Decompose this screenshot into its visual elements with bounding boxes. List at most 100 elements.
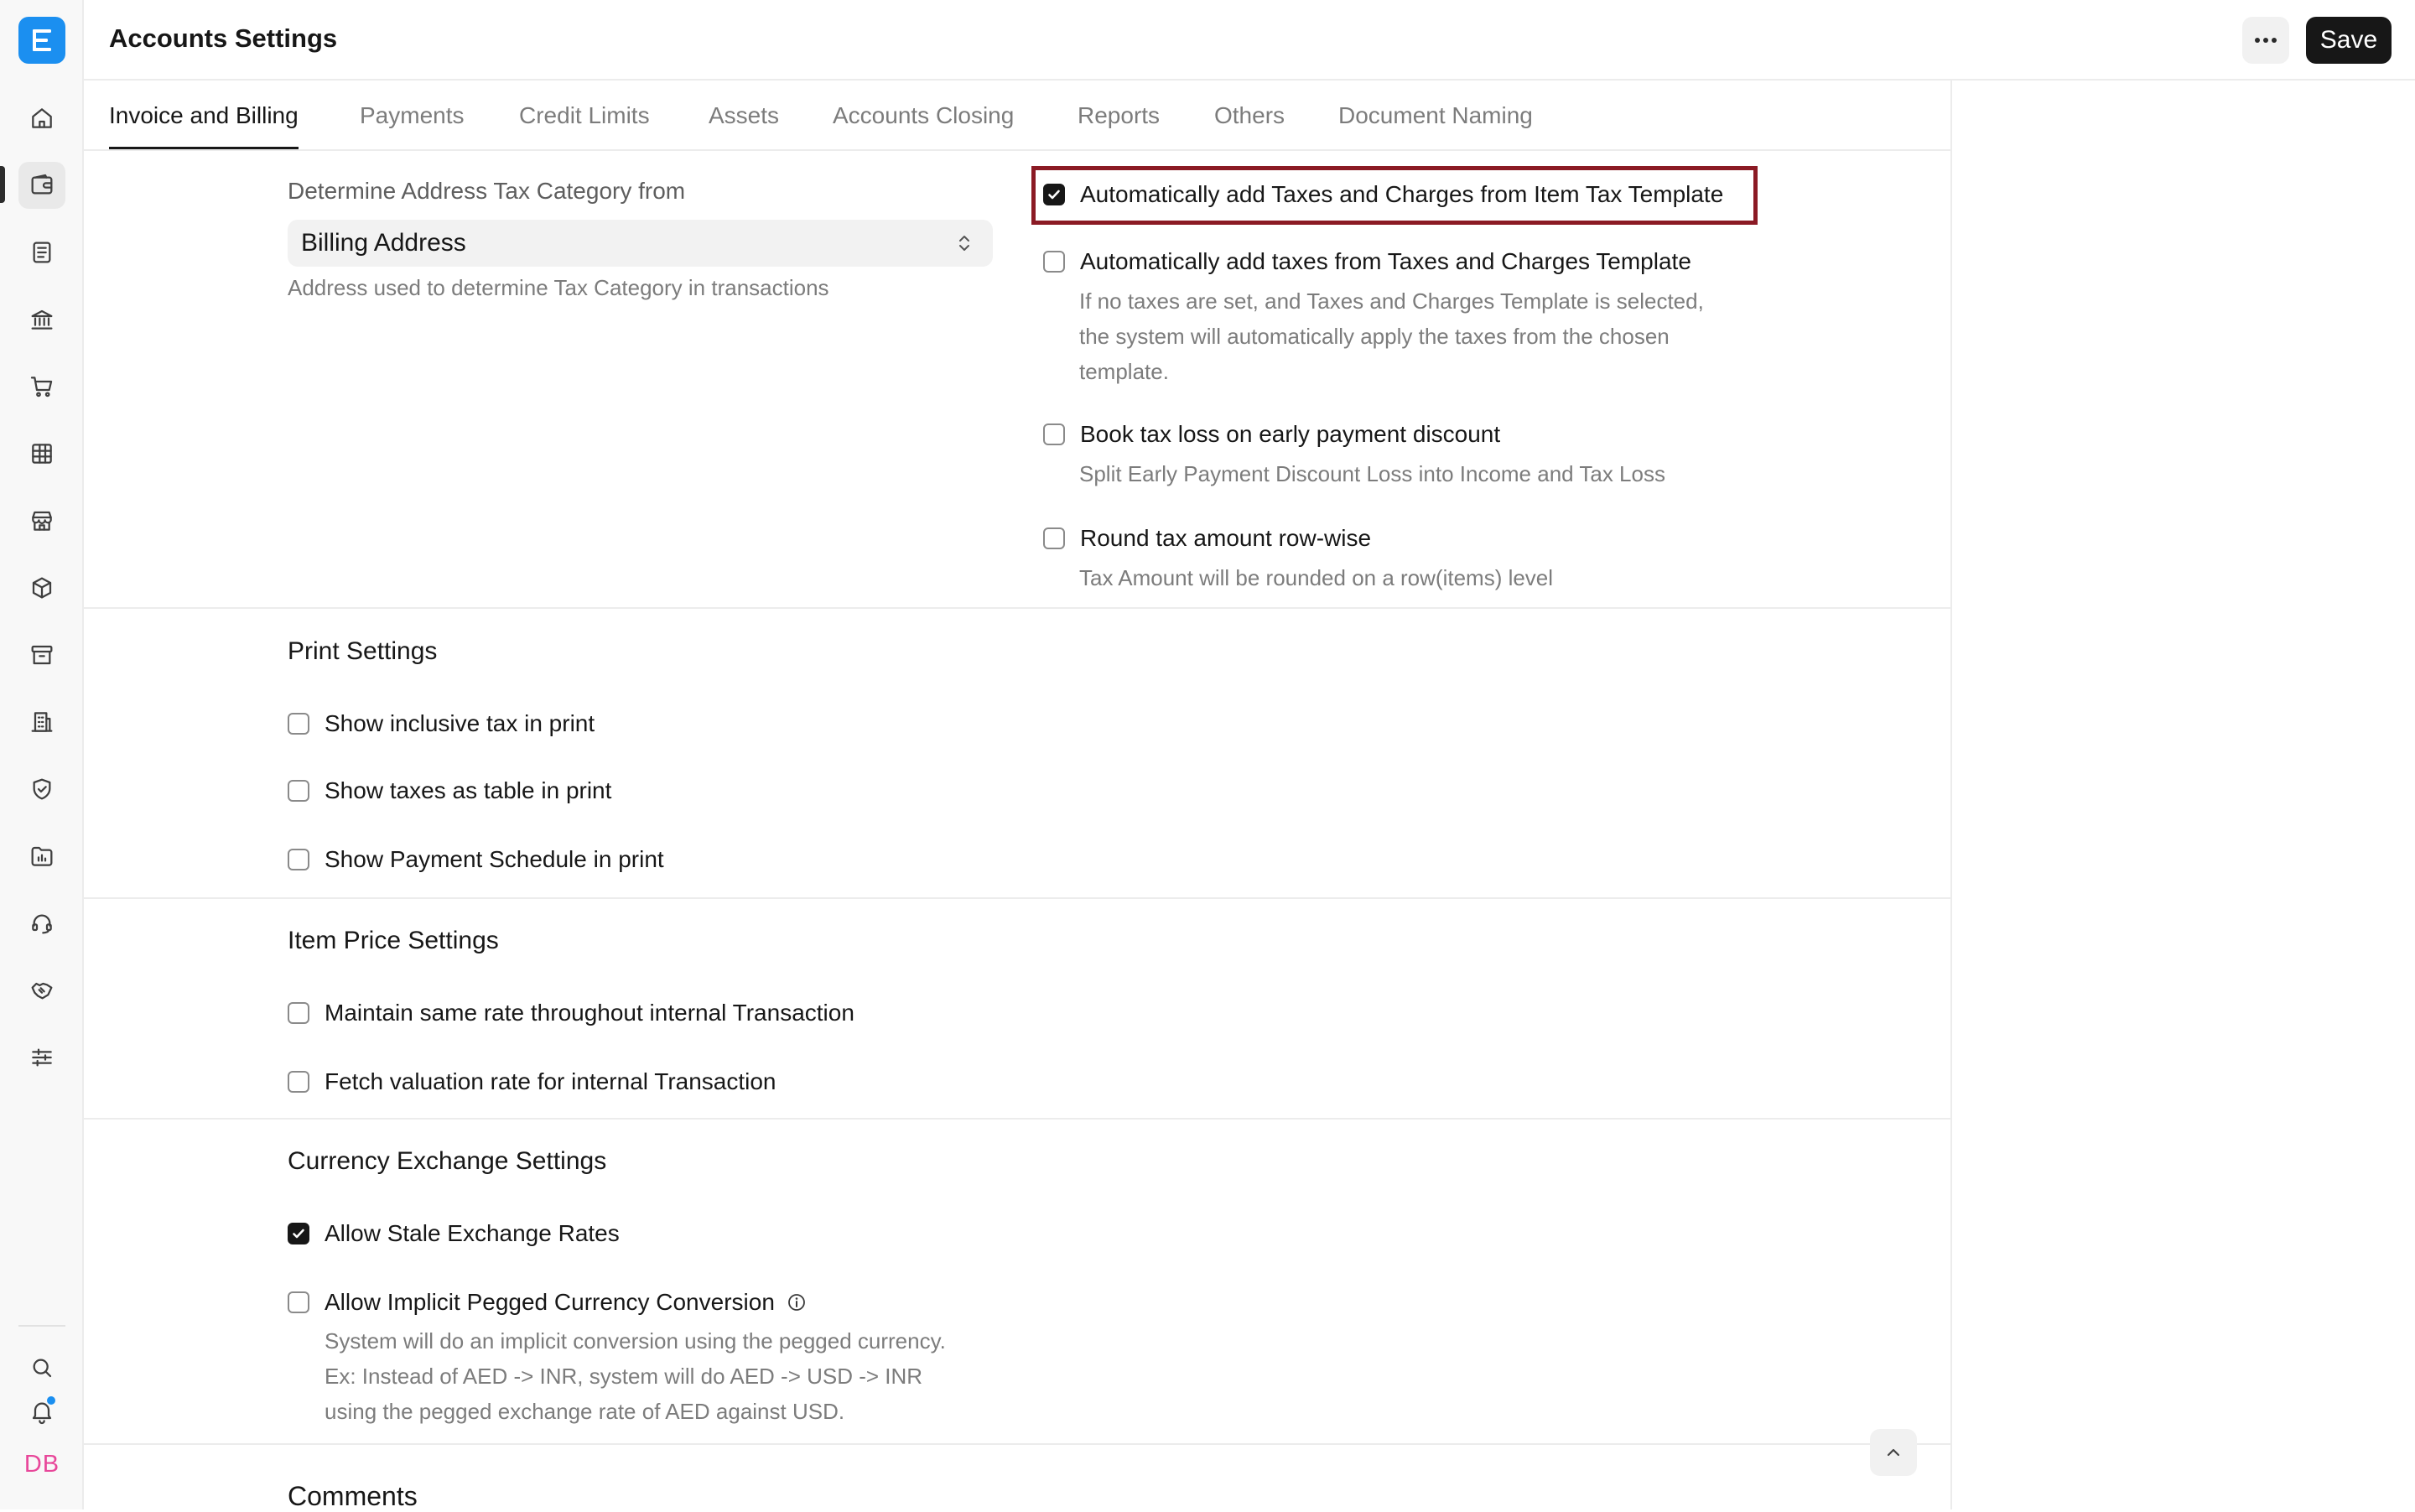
scroll-to-top-button[interactable]: [1870, 1429, 1917, 1476]
checkbox[interactable]: [288, 849, 309, 870]
checkbox-label: Automatically add Taxes and Charges from…: [1080, 181, 1724, 207]
section-divider: [84, 1443, 1952, 1445]
document-icon: [33, 242, 51, 263]
notification-dot: [45, 1395, 57, 1406]
ellipsis-icon: [2255, 38, 2277, 43]
checkbox-auto-add-taxes-charges-template[interactable]: Automatically add taxes from Taxes and C…: [1043, 248, 1691, 275]
checkbox-show-payment-schedule[interactable]: Show Payment Schedule in print: [288, 846, 664, 873]
sidebar-item-buying[interactable]: [18, 363, 65, 410]
address-tax-category-select[interactable]: Billing Address: [288, 220, 993, 267]
save-button[interactable]: Save: [2306, 17, 2392, 64]
print-settings-title: Print Settings: [288, 637, 438, 665]
checkbox-show-inclusive-tax[interactable]: Show inclusive tax in print: [288, 710, 595, 737]
checkbox-allow-implicit-pegged-conversion[interactable]: Allow Implicit Pegged Currency Conversio…: [288, 1289, 807, 1316]
checkbox[interactable]: [288, 1002, 309, 1024]
checkmark-icon: [1048, 190, 1060, 200]
sidebar-item-organization[interactable]: [18, 699, 65, 746]
auto-add-taxes-help: If no taxes are set, and Taxes and Charg…: [1079, 288, 1704, 384]
sidebar-item-settings[interactable]: [18, 1034, 65, 1081]
sidebar-item-reports[interactable]: [18, 430, 65, 477]
checkbox-label: Round tax amount row-wise: [1080, 525, 1372, 551]
sidebar: DB: [0, 0, 84, 1509]
sidebar-search-button[interactable]: [18, 1344, 65, 1391]
app-logo[interactable]: [18, 17, 65, 64]
more-actions-button[interactable]: [2242, 17, 2289, 64]
address-tax-category-help: Address used to determine Tax Category i…: [288, 275, 829, 300]
sidebar-item-projects[interactable]: [18, 833, 65, 880]
checkbox[interactable]: [1043, 184, 1065, 205]
tab-invoice-and-billing[interactable]: Invoice and Billing: [109, 102, 299, 149]
building-icon: [31, 712, 53, 732]
checkbox[interactable]: [288, 1223, 309, 1244]
checkbox-label: Show Payment Schedule in print: [325, 846, 664, 872]
address-tax-category-value: Billing Address: [301, 229, 466, 257]
shield-icon: [33, 778, 51, 800]
section-divider: [84, 897, 1952, 899]
round-tax-help: Tax Amount will be rounded on a row(item…: [1079, 565, 1554, 590]
checkbox[interactable]: [1043, 423, 1065, 445]
sidebar-item-accounting[interactable]: [18, 162, 65, 209]
book-tax-loss-help: Split Early Payment Discount Loss into I…: [1079, 461, 1665, 486]
checkbox-fetch-valuation-rate[interactable]: Fetch valuation rate for internal Transa…: [288, 1068, 776, 1095]
table-icon: [32, 444, 52, 464]
checkbox-round-tax-row-wise[interactable]: Round tax amount row-wise: [1043, 525, 1371, 552]
sidebar-item-selling[interactable]: [18, 497, 65, 544]
headset-icon: [32, 914, 52, 934]
checkbox-auto-add-item-tax-template[interactable]: Automatically add Taxes and Charges from…: [1043, 181, 1723, 208]
tab-credit-limits[interactable]: Credit Limits: [519, 102, 650, 149]
checkbox-label: Allow Implicit Pegged Currency Conversio…: [325, 1289, 775, 1315]
checkbox[interactable]: [1043, 527, 1065, 549]
section-divider: [84, 1118, 1952, 1120]
sidebar-item-home[interactable]: [18, 95, 65, 142]
sidebar-item-banking[interactable]: [18, 296, 65, 343]
folder-chart-icon: [31, 846, 53, 866]
sidebar-item-crm[interactable]: [18, 967, 65, 1014]
active-indicator: [0, 166, 5, 203]
sidebar-item-quality[interactable]: [18, 766, 65, 813]
tab-reports[interactable]: Reports: [1078, 102, 1160, 149]
checkbox-label: Automatically add taxes from Taxes and C…: [1080, 248, 1691, 274]
checkbox[interactable]: [1043, 251, 1065, 273]
checkbox[interactable]: [288, 1291, 309, 1313]
checkbox-show-taxes-as-table[interactable]: Show taxes as table in print: [288, 777, 611, 804]
sidebar-item-stock[interactable]: [18, 564, 65, 611]
home-icon: [32, 108, 52, 128]
checkbox-label: Maintain same rate throughout internal T…: [325, 1000, 854, 1026]
sidebar-item-assets[interactable]: [18, 631, 65, 678]
handshake-icon: [31, 982, 53, 1000]
tab-document-naming[interactable]: Document Naming: [1338, 102, 1533, 149]
header: Accounts Settings Save: [84, 0, 2415, 81]
archive-icon: [31, 645, 53, 665]
chevron-up-icon: [1887, 1448, 1900, 1457]
sidebar-notifications-button[interactable]: [18, 1388, 65, 1435]
checkbox[interactable]: [288, 713, 309, 735]
info-icon[interactable]: [787, 1292, 807, 1312]
section-divider: [84, 607, 1952, 609]
sliders-icon: [32, 1048, 52, 1067]
cart-icon: [30, 377, 53, 397]
sidebar-divider: [18, 1325, 65, 1327]
item-price-settings-title: Item Price Settings: [288, 927, 499, 954]
comments-title: Comments: [288, 1481, 418, 1511]
checkbox[interactable]: [288, 780, 309, 802]
sidebar-item-documents[interactable]: [18, 229, 65, 276]
implicit-pegged-conversion-help: System will do an implicit conversion us…: [325, 1328, 946, 1424]
bank-icon: [31, 309, 53, 330]
avatar[interactable]: DB: [18, 1441, 65, 1488]
checkbox-book-tax-loss[interactable]: Book tax loss on early payment discount: [1043, 421, 1500, 448]
checkbox-label: Allow Stale Exchange Rates: [325, 1220, 620, 1246]
checkbox-maintain-same-rate[interactable]: Maintain same rate throughout internal T…: [288, 1000, 854, 1026]
sidebar-item-support[interactable]: [18, 900, 65, 947]
tab-accounts-closing[interactable]: Accounts Closing: [833, 102, 1014, 149]
checkbox-allow-stale-exchange-rates[interactable]: Allow Stale Exchange Rates: [288, 1220, 620, 1247]
currency-exchange-settings-title: Currency Exchange Settings: [288, 1147, 607, 1175]
tab-others[interactable]: Others: [1214, 102, 1285, 149]
tab-assets[interactable]: Assets: [709, 102, 779, 149]
box-icon: [32, 577, 52, 599]
wallet-icon: [31, 174, 53, 195]
page-title: Accounts Settings: [109, 23, 338, 53]
chevron-up-down-icon: [959, 236, 969, 251]
checkbox[interactable]: [288, 1071, 309, 1093]
settings-form: Invoice and Billing Payments Credit Limi…: [84, 81, 1952, 1511]
tab-payments[interactable]: Payments: [360, 102, 465, 149]
